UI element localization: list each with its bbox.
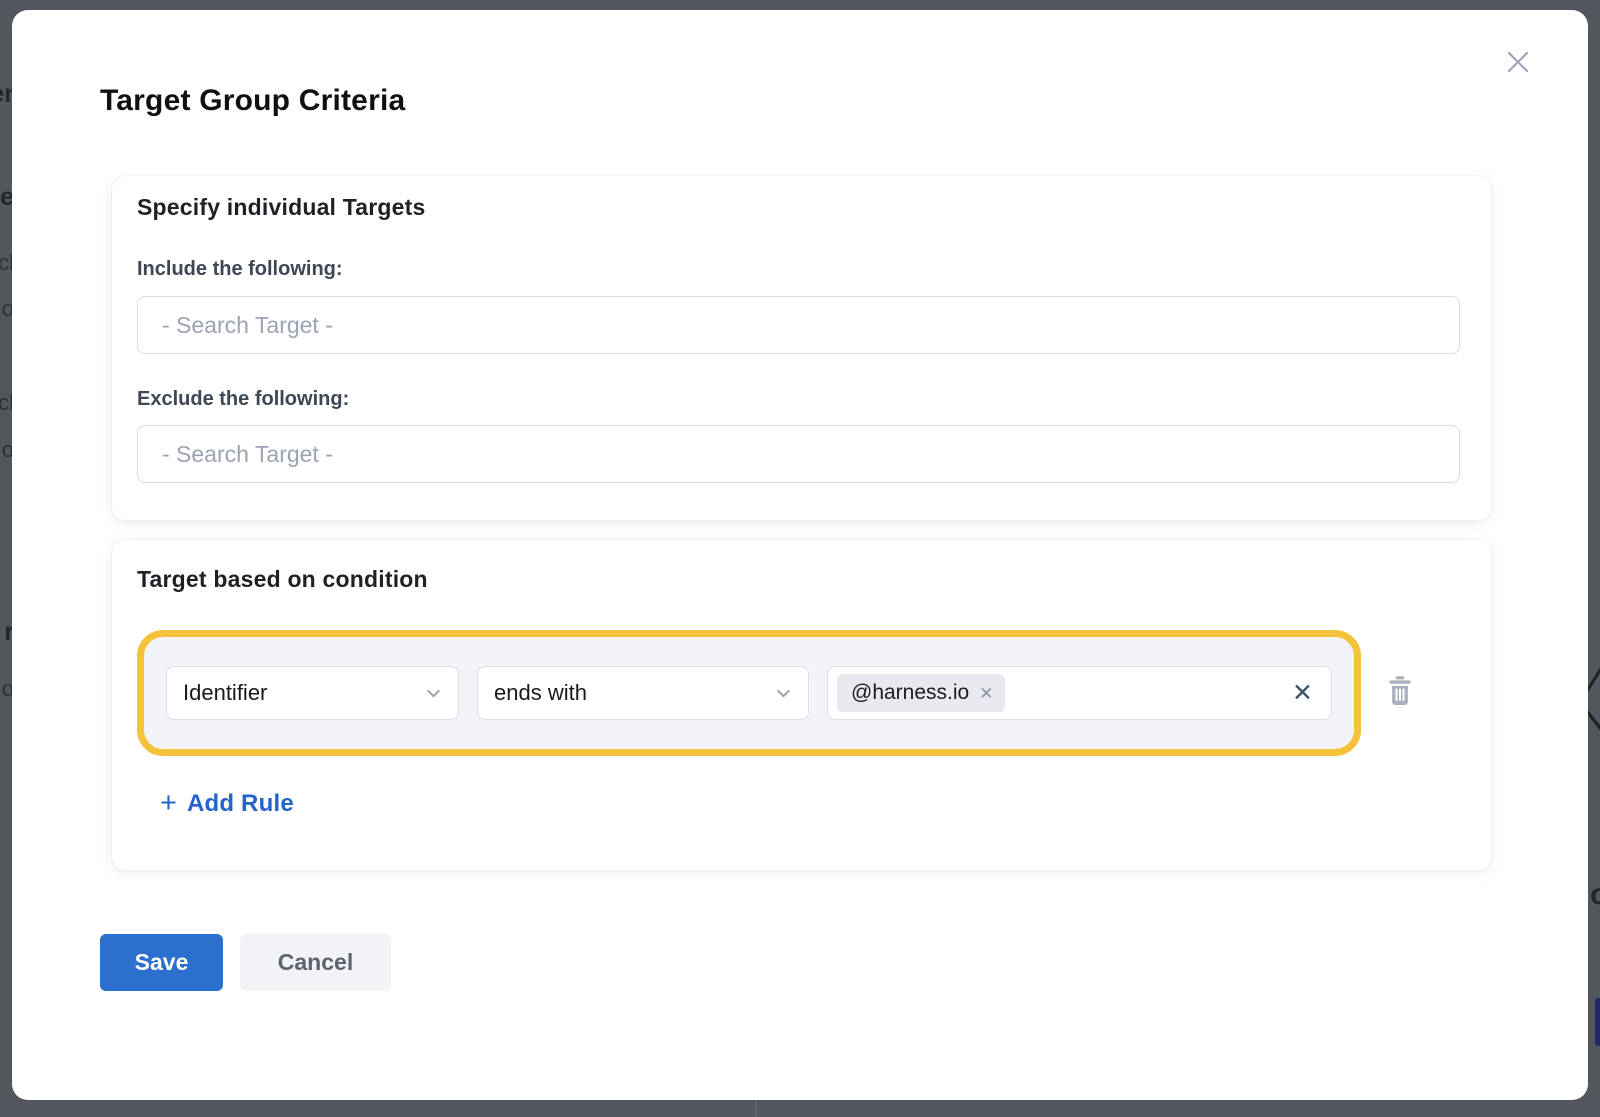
individual-targets-heading: Specify individual Targets <box>137 194 426 221</box>
condition-rule-row: Identifier ends with @harness.io ✕ ✕ <box>137 630 1361 756</box>
value-chip-label: @harness.io <box>851 681 969 705</box>
close-icon <box>1504 48 1532 76</box>
backdrop-seam <box>755 1100 757 1117</box>
chip-remove-icon[interactable]: ✕ <box>979 685 993 702</box>
condition-heading: Target based on condition <box>137 566 428 593</box>
operator-select-value: ends with <box>494 680 587 706</box>
chevron-down-icon <box>425 685 442 702</box>
backdrop-text-fragment: o <box>1590 878 1600 912</box>
plus-icon: + <box>160 789 177 818</box>
modal-title: Target Group Criteria <box>100 84 405 118</box>
include-target-search-input[interactable] <box>137 296 1460 354</box>
add-rule-label: Add Rule <box>187 790 294 818</box>
target-group-criteria-modal: Target Group Criteria Specify individual… <box>12 10 1588 1100</box>
backdrop-accent-fragment <box>1595 998 1600 1046</box>
operator-select[interactable]: ends with <box>477 666 809 720</box>
delete-rule-button[interactable] <box>1380 670 1420 710</box>
values-multiselect[interactable]: @harness.io ✕ ✕ <box>827 666 1332 720</box>
exclude-target-search-input[interactable] <box>137 425 1460 483</box>
cancel-button[interactable]: Cancel <box>240 934 391 991</box>
attribute-select[interactable]: Identifier <box>166 666 459 720</box>
chevron-down-icon <box>775 685 792 702</box>
exclude-label: Exclude the following: <box>137 388 349 411</box>
add-rule-button[interactable]: + Add Rule <box>160 790 294 818</box>
close-button[interactable] <box>1496 40 1540 84</box>
condition-card: Target based on condition Identifier end… <box>112 540 1491 870</box>
include-label: Include the following: <box>137 258 343 281</box>
clear-values-icon[interactable]: ✕ <box>1290 681 1315 706</box>
save-button[interactable]: Save <box>100 934 223 991</box>
value-chip: @harness.io ✕ <box>837 674 1005 712</box>
attribute-select-value: Identifier <box>183 680 267 706</box>
individual-targets-card: Specify individual Targets Include the f… <box>112 176 1491 520</box>
trash-icon <box>1385 674 1415 706</box>
